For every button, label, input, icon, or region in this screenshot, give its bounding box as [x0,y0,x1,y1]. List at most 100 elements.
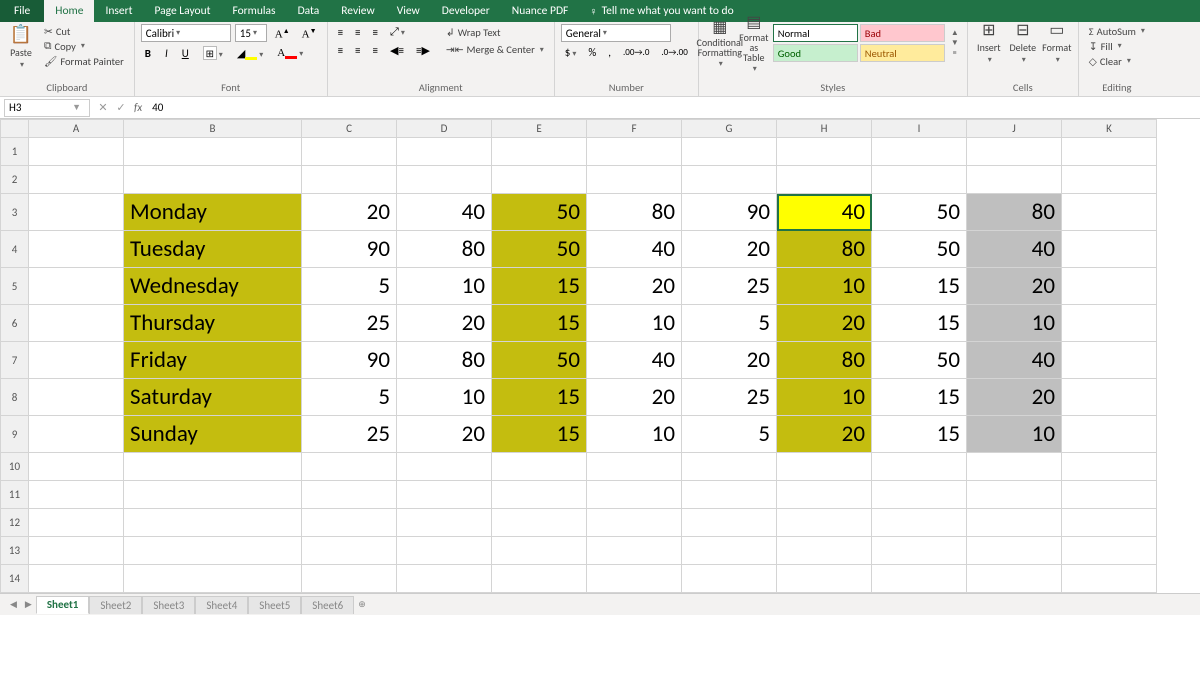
cell[interactable] [872,481,967,509]
enter-formula-button[interactable]: ✓ [112,101,130,114]
row-header[interactable]: 6 [1,305,29,342]
styles-scroll[interactable]: ▲▼≡ [949,27,961,59]
cell[interactable]: 50 [872,342,967,379]
decrease-font-button[interactable]: A▼ [298,25,321,42]
cell[interactable] [397,509,492,537]
cell[interactable]: 15 [492,268,587,305]
sheet-tab[interactable]: Sheet3 [142,596,195,614]
cell[interactable] [492,537,587,565]
format-as-table-button[interactable]: ▤ Format as Table [739,25,769,61]
cell[interactable] [397,481,492,509]
format-painter-button[interactable]: 🖌Format Painter [40,54,128,68]
row-header[interactable]: 5 [1,268,29,305]
cell[interactable] [29,305,124,342]
tab-insert[interactable]: Insert [94,0,143,22]
increase-font-button[interactable]: A▲ [271,25,294,42]
cell[interactable]: 50 [492,231,587,268]
cell[interactable] [492,166,587,194]
cell[interactable] [682,166,777,194]
cell[interactable]: 5 [682,416,777,453]
col-header[interactable]: C [302,120,397,138]
sheet-nav-next[interactable]: ▶ [21,599,36,610]
row-header[interactable]: 11 [1,481,29,509]
cell[interactable] [29,231,124,268]
cell[interactable] [587,453,682,481]
tab-formulas[interactable]: Formulas [221,0,286,22]
row-header[interactable]: 3 [1,194,29,231]
row-header[interactable]: 12 [1,509,29,537]
sheet-tab[interactable]: Sheet5 [248,596,301,614]
row-header[interactable]: 9 [1,416,29,453]
cell[interactable] [967,509,1062,537]
cell[interactable]: 80 [587,194,682,231]
fill-button[interactable]: ↧Fill [1085,39,1149,53]
tab-review[interactable]: Review [330,0,385,22]
cell[interactable] [1062,166,1157,194]
cell[interactable] [587,166,682,194]
cancel-formula-button[interactable]: ✕ [94,101,112,114]
cell[interactable] [682,453,777,481]
cell[interactable]: 40 [587,231,682,268]
style-bad[interactable]: Bad [860,24,945,42]
cell[interactable]: 40 [587,342,682,379]
cell[interactable]: 50 [492,194,587,231]
cell[interactable] [29,268,124,305]
cell[interactable] [29,342,124,379]
tab-developer[interactable]: Developer [431,0,501,22]
cell[interactable] [124,537,302,565]
cell[interactable]: 15 [492,379,587,416]
cell[interactable] [29,379,124,416]
align-left-button[interactable]: ≡ [334,43,347,58]
font-size-select[interactable]: 15 [235,24,267,42]
cell[interactable]: 20 [967,268,1062,305]
tab-home[interactable]: Home [44,0,94,22]
cell[interactable]: 40 [967,231,1062,268]
cell[interactable]: 15 [492,305,587,342]
cell[interactable]: Thursday [124,305,302,342]
cell[interactable] [777,166,872,194]
cell[interactable]: Friday [124,342,302,379]
cell[interactable] [397,453,492,481]
align-top-button[interactable]: ≡ [334,25,347,40]
cell[interactable]: 15 [872,379,967,416]
cell[interactable]: 15 [872,268,967,305]
cell[interactable] [967,453,1062,481]
increase-decimal-button[interactable]: .00→.0 [619,46,653,59]
cell[interactable] [492,509,587,537]
borders-button[interactable]: ⊞ [199,45,227,61]
row-header[interactable]: 2 [1,166,29,194]
cell[interactable] [777,509,872,537]
cell[interactable] [872,509,967,537]
copy-button[interactable]: ⧉Copy [40,39,128,53]
cell[interactable] [29,481,124,509]
tab-nuance-pdf[interactable]: Nuance PDF [501,0,580,22]
cell[interactable] [29,194,124,231]
align-center-button[interactable]: ≡ [351,43,364,58]
cell[interactable]: 50 [492,342,587,379]
font-color-button[interactable]: A [273,46,307,60]
row-header[interactable]: 13 [1,537,29,565]
cell[interactable] [302,565,397,593]
cell-styles-gallery[interactable]: Normal Bad Good Neutral [773,24,945,62]
cell[interactable] [1062,194,1157,231]
cell[interactable] [29,166,124,194]
cell[interactable]: Wednesday [124,268,302,305]
row-header[interactable]: 7 [1,342,29,379]
row-header[interactable]: 8 [1,379,29,416]
accounting-format-button[interactable]: $ [561,45,581,60]
cell[interactable]: 50 [872,194,967,231]
cell[interactable] [682,481,777,509]
cell[interactable]: 15 [872,416,967,453]
cell[interactable] [587,481,682,509]
cell[interactable]: 25 [682,379,777,416]
cell[interactable] [682,565,777,593]
bold-button[interactable]: B [141,46,155,61]
cell[interactable] [682,537,777,565]
align-middle-button[interactable]: ≡ [351,25,364,40]
cell[interactable]: 5 [302,268,397,305]
sheet-nav-prev[interactable]: ◀ [6,599,21,610]
decrease-decimal-button[interactable]: .0→.00 [657,46,691,59]
cell[interactable] [872,565,967,593]
cell[interactable] [1062,416,1157,453]
decrease-indent-button[interactable]: ◀≡ [386,43,408,58]
